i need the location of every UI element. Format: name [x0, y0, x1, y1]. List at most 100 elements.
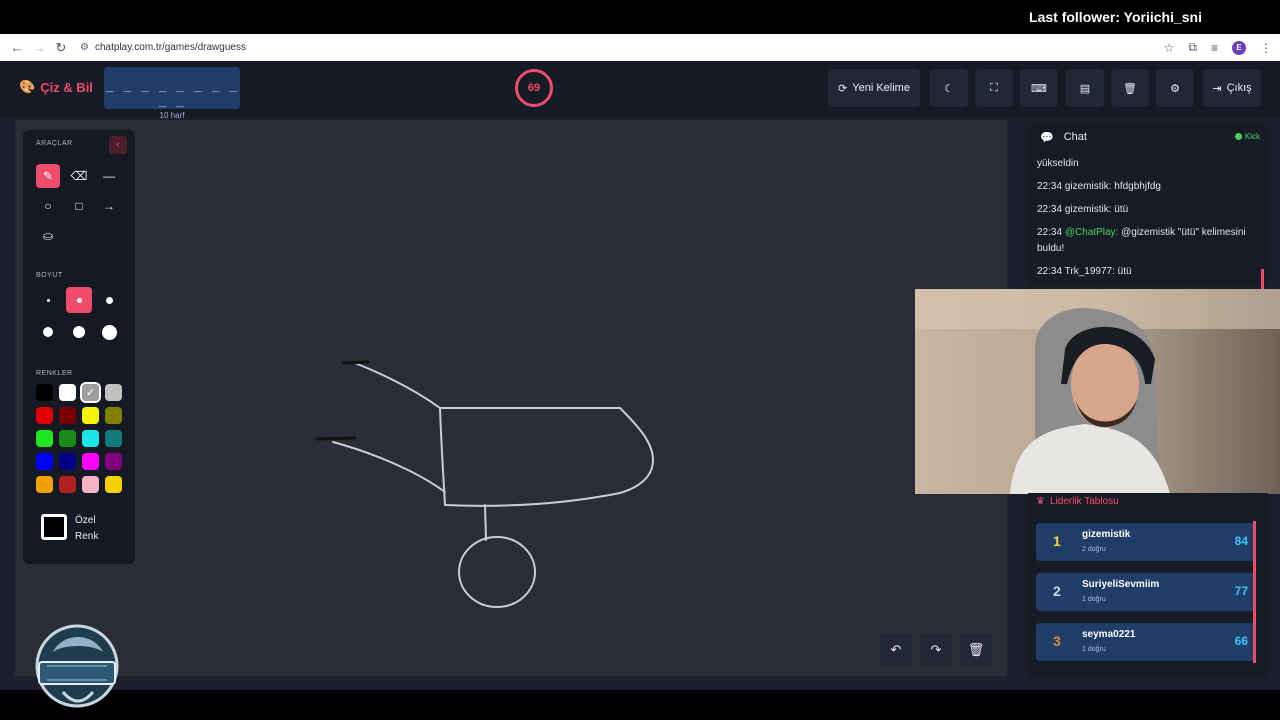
- message-user: @ChatPlay:: [1064, 227, 1119, 238]
- player-score: 66: [1234, 634, 1248, 648]
- wheelbarrow-handle-bottom: [332, 441, 446, 493]
- chat-message: 22:34 Trk_19977: ütü: [1037, 264, 1259, 280]
- wheelbarrow-tub: [439, 407, 654, 507]
- online-dot-icon: [1234, 133, 1242, 140]
- wheelbarrow-handle-top: [354, 362, 441, 409]
- color-swatch[interactable]: [59, 430, 76, 447]
- chat-scrollbar[interactable]: [1261, 269, 1264, 291]
- profile-avatar[interactable]: E: [1232, 40, 1246, 55]
- color-swatch[interactable]: [105, 430, 122, 447]
- back-icon[interactable]: ←: [6, 40, 28, 55]
- delete-button[interactable]: 🗑: [1111, 69, 1149, 107]
- size-dot-icon: [105, 296, 113, 304]
- trash-icon: 🗑: [1123, 82, 1137, 95]
- correct-count: 1 doğru: [1082, 596, 1106, 603]
- color-swatch[interactable]: ✓: [80, 382, 101, 403]
- color-swatch[interactable]: [105, 453, 122, 470]
- correct-count: 1 doğru: [1082, 646, 1106, 653]
- circle-tool[interactable]: ○: [36, 194, 60, 218]
- correct-count: 2 doğru: [1082, 546, 1106, 553]
- chat-message: yükseldin: [1037, 156, 1259, 172]
- color-swatch[interactable]: [59, 476, 76, 493]
- fill-tool[interactable]: ⛀: [36, 224, 60, 248]
- fullscreen-button[interactable]: ⛶: [975, 69, 1013, 107]
- custom-color-label[interactable]: Özel Renk: [75, 513, 98, 545]
- size-option-1[interactable]: [36, 288, 60, 312]
- color-swatch[interactable]: [59, 453, 76, 470]
- drawing-canvas[interactable]: ARAÇLAR ‹ ✎ ⌫ — ○ □ → ⛀ BOYUT RENKLER ✓: [15, 120, 1007, 676]
- message-user: gizemistik:: [1064, 204, 1112, 215]
- color-swatch[interactable]: [105, 384, 122, 401]
- rank-number: 1: [1053, 533, 1061, 549]
- undo-button[interactable]: ↶: [880, 634, 912, 666]
- site-info-icon[interactable]: ⚙: [80, 42, 89, 53]
- collapse-panel-button[interactable]: ‹: [109, 136, 127, 154]
- chat-message: 22:34 gizemistik: hfdgbhjfdg: [1037, 179, 1259, 195]
- extensions-icon[interactable]: ⧉: [1188, 40, 1197, 55]
- color-swatch[interactable]: [36, 384, 53, 401]
- player-name: SuriyeliSevmiim: [1082, 579, 1160, 590]
- bookmark-star-icon[interactable]: ☆: [1164, 41, 1175, 55]
- size-option-4[interactable]: [36, 320, 60, 344]
- clear-canvas-button[interactable]: 🗑: [960, 634, 992, 666]
- custom-color-button[interactable]: [41, 514, 67, 540]
- exit-button[interactable]: ⇥ Çıkış: [1203, 69, 1261, 107]
- color-swatch[interactable]: [105, 476, 122, 493]
- keyboard-button[interactable]: ⌨: [1020, 69, 1058, 107]
- color-swatch[interactable]: [82, 430, 99, 447]
- color-swatch[interactable]: [36, 476, 53, 493]
- pen-icon: ✎: [42, 169, 54, 183]
- message-text: yükseldin: [1037, 158, 1079, 169]
- color-swatch[interactable]: [36, 453, 53, 470]
- kick-label: Kick: [1244, 132, 1260, 141]
- eraser-tool[interactable]: ⌫: [67, 164, 91, 188]
- forward-icon[interactable]: →: [28, 40, 50, 55]
- tool-panel: ARAÇLAR ‹ ✎ ⌫ — ○ □ → ⛀ BOYUT RENKLER ✓: [23, 130, 135, 564]
- message-user: Trk_19977:: [1064, 266, 1115, 277]
- round-timer: 69: [515, 69, 553, 107]
- size-dot-icon: [73, 326, 85, 338]
- reload-icon[interactable]: ↻: [50, 40, 72, 56]
- new-word-label: Yeni Kelime: [852, 82, 910, 94]
- size-option-5[interactable]: [67, 320, 91, 344]
- redo-button[interactable]: ↷: [920, 634, 952, 666]
- color-swatch[interactable]: [36, 407, 53, 424]
- size-option-6[interactable]: [97, 320, 121, 344]
- word-hint-box: _ _ _ _ _ _ _ _ _ _ 10 harf: [104, 67, 240, 120]
- message-text: hfdgbhjfdg: [1114, 181, 1161, 192]
- pen-tool[interactable]: ✎: [36, 164, 60, 188]
- leaderboard-row: 2 SuriyeliSevmiim 1 doğru 77: [1036, 573, 1256, 611]
- message-text: ütü: [1117, 266, 1132, 277]
- color-swatch[interactable]: [82, 453, 99, 470]
- message-time: 22:34: [1037, 181, 1063, 192]
- size-option-2[interactable]: [66, 287, 92, 313]
- color-swatch[interactable]: [36, 430, 53, 447]
- rank-number: 3: [1053, 633, 1061, 649]
- archive-button[interactable]: ▤: [1066, 69, 1104, 107]
- player-score: 77: [1234, 584, 1248, 598]
- new-word-button[interactable]: ⟳ Yeni Kelime: [828, 69, 920, 107]
- chat-title: Chat: [1063, 131, 1087, 143]
- black-stroke-1: [341, 360, 370, 365]
- theme-toggle-button[interactable]: ☾: [930, 69, 968, 107]
- size-option-3[interactable]: [97, 288, 121, 312]
- leaderboard-scrollbar[interactable]: [1253, 521, 1256, 663]
- circle-icon: ○: [44, 199, 52, 213]
- color-swatch[interactable]: [59, 384, 76, 401]
- color-swatch[interactable]: [59, 407, 76, 424]
- square-icon: □: [75, 199, 83, 213]
- size-dot-icon: [76, 297, 82, 303]
- color-swatch[interactable]: [82, 407, 99, 424]
- address-bar[interactable]: ⚙ chatplay.com.tr/games/drawguess: [80, 42, 246, 53]
- rectangle-tool[interactable]: □: [67, 194, 91, 218]
- arrow-tool[interactable]: →: [97, 194, 121, 218]
- color-swatch[interactable]: [82, 476, 99, 493]
- line-tool[interactable]: —: [97, 164, 121, 188]
- brand-logo[interactable]: 🎨 Çiz & Bil: [19, 79, 93, 95]
- media-queue-icon[interactable]: ≡: [1211, 41, 1218, 55]
- browser-menu-icon[interactable]: ⋮: [1260, 41, 1272, 55]
- archive-icon: ▤: [1079, 82, 1091, 95]
- settings-button[interactable]: ⚙: [1156, 69, 1194, 107]
- color-swatch[interactable]: [105, 407, 122, 424]
- custom-color-label-line2: Renk: [75, 531, 99, 542]
